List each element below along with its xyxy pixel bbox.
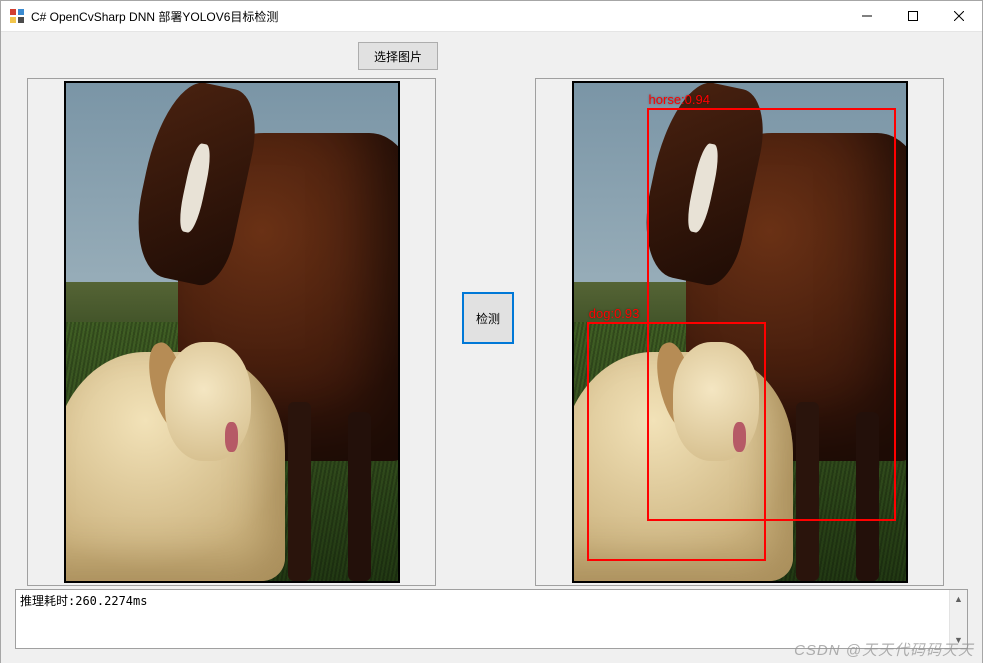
window-title: C# OpenCvSharp DNN 部署YOLOV6目标检测 <box>31 8 844 25</box>
minimize-button[interactable] <box>844 1 890 31</box>
title-bar[interactable]: C# OpenCvSharp DNN 部署YOLOV6目标检测 <box>1 1 982 32</box>
close-button[interactable] <box>936 1 982 31</box>
select-image-button[interactable]: 选择图片 <box>358 42 438 70</box>
detection-label-1: dog:0.93 <box>589 306 640 321</box>
app-icon <box>9 8 25 24</box>
maximize-button[interactable] <box>890 1 936 31</box>
log-scrollbar[interactable]: ▲ ▼ <box>949 590 967 648</box>
log-output: 推理耗时:260.2274ms ▲ ▼ <box>15 589 968 649</box>
scroll-down-icon[interactable]: ▼ <box>950 631 967 648</box>
input-scene <box>66 83 398 581</box>
log-text[interactable]: 推理耗时:260.2274ms <box>20 592 949 646</box>
detection-box-1: dog:0.93 <box>587 322 766 561</box>
scroll-up-icon[interactable]: ▲ <box>950 590 967 607</box>
client-area: 选择图片 检测 horse:0.94dog:0.93 推理耗时: <box>1 32 982 663</box>
output-image: horse:0.94 dog:0.93 <box>572 81 908 583</box>
detection-label-0: horse:0.94 <box>649 92 710 107</box>
input-image-frame <box>27 78 436 586</box>
detect-button[interactable]: 检测 <box>462 292 514 344</box>
input-image <box>64 81 400 583</box>
output-image-frame: horse:0.94 dog:0.93 <box>535 78 944 586</box>
application-window: C# OpenCvSharp DNN 部署YOLOV6目标检测 选择图片 检测 <box>0 0 983 663</box>
